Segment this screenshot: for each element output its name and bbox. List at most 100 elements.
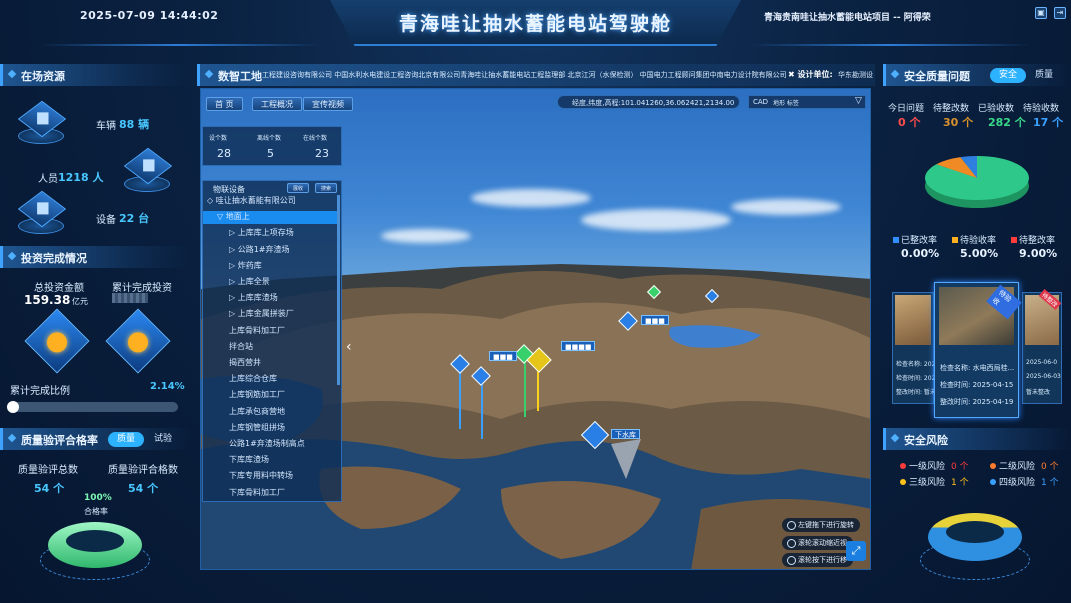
map-label[interactable]: ■■■: [489, 351, 517, 361]
risk-value: 0 个: [1041, 462, 1059, 472]
inspection-fix-label: 整改时间:: [940, 398, 971, 406]
tree-item-label: 下库专用料中转场: [229, 471, 293, 481]
stat-label-online: 在线个数: [303, 135, 328, 142]
rate-swatch: [893, 237, 899, 243]
risk-value: 0 个: [951, 462, 969, 472]
datetime: 2025-07-09 14:44:02: [80, 9, 219, 22]
tree-item[interactable]: 上库承包商营地: [203, 406, 337, 419]
total-invest-label: 总投资金额: [34, 283, 84, 294]
tree-item-label: 公路1#弃渣场制高点: [229, 439, 305, 448]
map-label-lower-reservoir[interactable]: 下水库: [611, 429, 640, 439]
tree-item[interactable]: ▷ 炸药库: [203, 260, 337, 273]
safety-rate-value: 0.00%: [901, 247, 940, 260]
risk-item: 三级风险 1 个: [900, 475, 969, 488]
tree-scrollbar[interactable]: [337, 195, 340, 385]
risk-ring-hole: [946, 521, 1004, 543]
tab-home[interactable]: 首 页: [206, 97, 243, 111]
equipment-value: 22 台: [119, 212, 150, 225]
device-stats: 设个数 28 离线个数 5 在线个数 23: [202, 126, 342, 166]
tree-item[interactable]: 拌合站: [203, 341, 337, 354]
safety-stat-value: 30 个: [943, 116, 974, 129]
tree-item[interactable]: ◇ 哇让抽水蓄能有限公司: [203, 195, 337, 208]
hint-zoom: 滚轮滚动缩近视: [782, 536, 853, 550]
safety-rate-label-text: 待验收率: [960, 236, 997, 246]
vehicles-value: 88 辆: [119, 118, 150, 131]
safety-stat-value: 0 个: [898, 116, 921, 129]
tree-item[interactable]: 揭西营井: [203, 357, 337, 370]
chevron-down-icon[interactable]: ▽: [855, 96, 862, 106]
card-prev-l2: 检查时间: 202: [896, 375, 936, 382]
cum-invest-label: 累计完成投资: [112, 283, 172, 294]
risk-label: 四级风险: [999, 478, 1036, 488]
tree-item[interactable]: ▷ 公路1#弃渣场: [203, 244, 337, 257]
device-title: 物联设备: [213, 185, 245, 194]
project-name[interactable]: 青海贵南哇让抽水蓄能电站项目 -- 阿得荣: [764, 10, 931, 23]
cad-select[interactable]: CAD 地形 标签 ▽: [748, 95, 866, 109]
tree-item[interactable]: 上库钢筋加工厂: [203, 389, 337, 402]
fullscreen-icon[interactable]: ⤢: [846, 541, 866, 561]
tree-item[interactable]: 下库库渣场: [203, 454, 337, 467]
map-label[interactable]: ■■■: [641, 315, 669, 325]
design-label-text: 设计单位:: [797, 70, 833, 79]
tab-quality[interactable]: 质量: [1026, 68, 1062, 83]
coord-text: 经度,纬度,高程:101.041260,36.062421,2134.00: [572, 99, 735, 107]
stat-value-online: 23: [315, 147, 329, 160]
chevron-right-icon: ▷: [229, 260, 238, 270]
tree-item[interactable]: ▷ 上库金属拼装厂: [203, 308, 337, 321]
map-arrow-left[interactable]: ‹: [346, 339, 356, 355]
map-label[interactable]: ■■■■: [561, 341, 596, 351]
header-deco-left: [40, 44, 320, 46]
tree-item[interactable]: ▷ 上库全景: [203, 276, 337, 289]
card-prev[interactable]: 检查名称: 202 检查时间: 202 整改时间: 暂未: [892, 292, 936, 404]
inspection-card[interactable]: 待验收 检查名称: 水电西局桂... 检查时间: 2025-04-15 整改时间…: [934, 282, 1022, 418]
device-collapse-button[interactable]: 展收: [287, 183, 310, 193]
quality-total-value: 54 个: [34, 482, 65, 495]
safety-rate-value: 5.00%: [960, 247, 999, 260]
inspection-fix-value: 2025-04-19: [972, 398, 1014, 406]
tree-item[interactable]: 上库骨料加工厂: [203, 325, 337, 338]
tab-safety[interactable]: 安全: [990, 68, 1027, 83]
tree-item[interactable]: 公路1#弃渣场制高点: [203, 438, 337, 451]
tree-item-label: 上库库上项存场: [237, 228, 294, 238]
investment-title: 投资完成情况: [0, 246, 190, 268]
rate-swatch: [1011, 237, 1017, 243]
card-prev-l3: 整改时间: 暂未: [896, 389, 936, 396]
exit-icon[interactable]: ⇥: [1054, 7, 1066, 19]
inspection-name-label: 检查名称:: [940, 364, 971, 372]
tree-item[interactable]: ▽ 地面上: [203, 211, 337, 225]
marker-stem: [481, 379, 483, 439]
tree-item[interactable]: 下库骨料加工厂: [203, 487, 337, 500]
ratio-knob: [7, 401, 19, 413]
risk-label: 一级风险: [909, 462, 946, 472]
tree-item[interactable]: 下库专用料中转场: [203, 470, 337, 483]
risk-item: 二级风险 0 个: [990, 459, 1059, 472]
resources-title: 在场资源: [0, 64, 190, 86]
card-next-l1: 2025-06-0: [1026, 359, 1058, 366]
tab-test-rate[interactable]: 试验: [145, 432, 181, 447]
hint-pan: 滚轮按下进行移: [782, 553, 853, 567]
tree-item[interactable]: 上库综合仓库: [203, 373, 337, 386]
tab-quality-rate[interactable]: 质量: [108, 432, 145, 447]
card-prev-photo: [895, 295, 931, 345]
tab-video[interactable]: 宣传视频: [303, 97, 353, 111]
hint-rotate: 左键拖下进行旋转: [782, 518, 860, 532]
safety-rate-value: 9.00%: [1019, 247, 1058, 260]
header: 2025-07-09 14:44:02 青海哇让抽水蓄能电站驾驶舱 青海贵南哇让…: [0, 0, 1071, 60]
tree-item[interactable]: ▷ 上库库渣场: [203, 292, 337, 305]
device-search-button[interactable]: 搜索: [315, 183, 338, 193]
people-label: 人员: [38, 174, 58, 185]
tab-overview[interactable]: 工程概况: [252, 97, 302, 111]
risk-label: 三级风险: [909, 478, 946, 488]
tree-item[interactable]: ▷ 上库库上项存场: [203, 227, 337, 240]
cad-label: CAD: [753, 98, 769, 106]
screen-icon[interactable]: ▣: [1035, 7, 1047, 19]
pass-rate-value: 100%: [84, 493, 112, 503]
vehicles-label: 车辆: [96, 121, 116, 132]
tree-item[interactable]: 上库钢管组拼场: [203, 422, 337, 435]
pass-rate-label: 合格率: [84, 507, 108, 516]
card-next[interactable]: 待整改 2025-06-0 2025-06-03 暂未整改: [1022, 288, 1062, 404]
design-value: 华东勘测设: [838, 71, 873, 79]
safety-rate-label: 待整改率: [1011, 233, 1055, 246]
tree-item-label: 揭西营井: [229, 358, 261, 367]
tree-item-label: 上库骨料加工厂: [229, 325, 285, 335]
